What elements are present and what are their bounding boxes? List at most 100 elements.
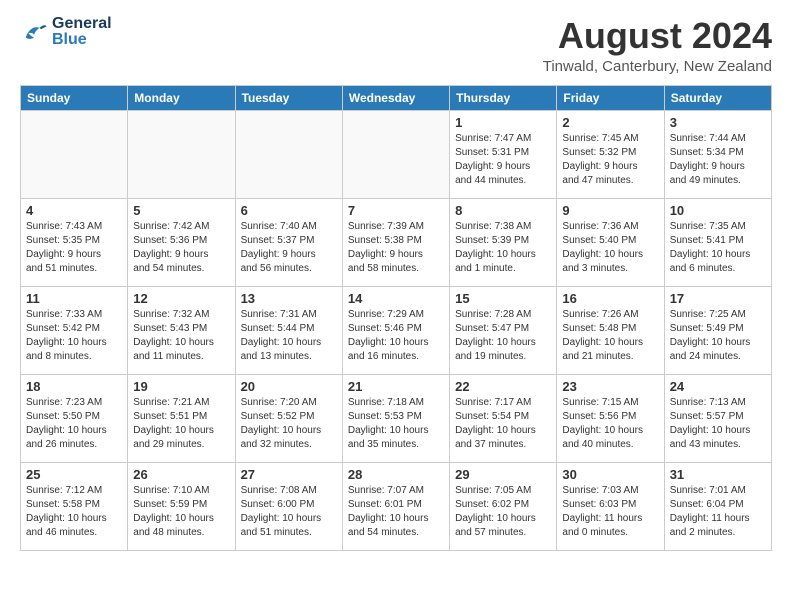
day-info: Sunrise: 7:28 AM Sunset: 5:47 PM Dayligh… [455, 308, 551, 364]
header-row: SundayMondayTuesdayWednesdayThursdayFrid… [21, 85, 772, 110]
day-number: 2 [562, 115, 658, 130]
day-info: Sunrise: 7:03 AM Sunset: 6:03 PM Dayligh… [562, 484, 658, 540]
month-year: August 2024 [543, 16, 772, 56]
day-number: 6 [241, 203, 337, 218]
day-number: 10 [670, 203, 766, 218]
day-info: Sunrise: 7:15 AM Sunset: 5:56 PM Dayligh… [562, 396, 658, 452]
calendar-cell: 30 Sunrise: 7:03 AM Sunset: 6:03 PM Dayli… [557, 462, 664, 550]
calendar-cell: 14 Sunrise: 7:29 AM Sunset: 5:46 PM Dayli… [342, 286, 449, 374]
day-number: 9 [562, 203, 658, 218]
day-header-friday: Friday [557, 85, 664, 110]
day-info: Sunrise: 7:31 AM Sunset: 5:44 PM Dayligh… [241, 308, 337, 364]
calendar-cell: 31 Sunrise: 7:01 AM Sunset: 6:04 PM Dayli… [664, 462, 771, 550]
day-number: 20 [241, 379, 337, 394]
day-number: 17 [670, 291, 766, 306]
calendar-cell: 26 Sunrise: 7:10 AM Sunset: 5:59 PM Dayli… [128, 462, 235, 550]
calendar-cell: 3 Sunrise: 7:44 AM Sunset: 5:34 PM Daylig… [664, 110, 771, 198]
day-header-sunday: Sunday [21, 85, 128, 110]
day-info: Sunrise: 7:39 AM Sunset: 5:38 PM Dayligh… [348, 220, 444, 276]
day-info: Sunrise: 7:07 AM Sunset: 6:01 PM Dayligh… [348, 484, 444, 540]
day-number: 31 [670, 467, 766, 482]
day-number: 3 [670, 115, 766, 130]
calendar-cell [342, 110, 449, 198]
day-info: Sunrise: 7:13 AM Sunset: 5:57 PM Dayligh… [670, 396, 766, 452]
day-info: Sunrise: 7:42 AM Sunset: 5:36 PM Dayligh… [133, 220, 229, 276]
calendar-cell: 9 Sunrise: 7:36 AM Sunset: 5:40 PM Daylig… [557, 198, 664, 286]
calendar-cell: 19 Sunrise: 7:21 AM Sunset: 5:51 PM Dayli… [128, 374, 235, 462]
day-number: 8 [455, 203, 551, 218]
calendar-cell: 16 Sunrise: 7:26 AM Sunset: 5:48 PM Dayli… [557, 286, 664, 374]
calendar-cell: 13 Sunrise: 7:31 AM Sunset: 5:44 PM Dayli… [235, 286, 342, 374]
logo-general: General [52, 16, 112, 32]
calendar-cell: 25Sunrise: 7:12 AM Sunset: 5:58 PM Dayli… [21, 462, 128, 550]
location: Tinwald, Canterbury, New Zealand [543, 58, 772, 75]
day-info: Sunrise: 7:10 AM Sunset: 5:59 PM Dayligh… [133, 484, 229, 540]
day-number: 23 [562, 379, 658, 394]
day-info: Sunrise: 7:29 AM Sunset: 5:46 PM Dayligh… [348, 308, 444, 364]
day-number: 16 [562, 291, 658, 306]
day-number: 13 [241, 291, 337, 306]
day-info: Sunrise: 7:05 AM Sunset: 6:02 PM Dayligh… [455, 484, 551, 540]
logo: General Blue [20, 16, 112, 48]
calendar-cell: 6Sunrise: 7:40 AM Sunset: 5:37 PM Daylig… [235, 198, 342, 286]
page-header: General Blue August 2024 Tinwald, Canter… [20, 16, 772, 75]
calendar-cell: 17 Sunrise: 7:25 AM Sunset: 5:49 PM Dayli… [664, 286, 771, 374]
day-info: Sunrise: 7:26 AM Sunset: 5:48 PM Dayligh… [562, 308, 658, 364]
day-header-thursday: Thursday [450, 85, 557, 110]
calendar-cell: 27 Sunrise: 7:08 AM Sunset: 6:00 PM Dayli… [235, 462, 342, 550]
day-number: 4 [26, 203, 122, 218]
day-info: Sunrise: 7:01 AM Sunset: 6:04 PM Dayligh… [670, 484, 766, 540]
calendar-cell: 4 Sunrise: 7:43 AM Sunset: 5:35 PM Daylig… [21, 198, 128, 286]
calendar-cell: 23 Sunrise: 7:15 AM Sunset: 5:56 PM Dayli… [557, 374, 664, 462]
day-number: 18 [26, 379, 122, 394]
day-header-monday: Monday [128, 85, 235, 110]
calendar-table: SundayMondayTuesdayWednesdayThursdayFrid… [20, 85, 772, 551]
day-info: Sunrise: 7:23 AM Sunset: 5:50 PM Dayligh… [26, 396, 122, 452]
day-info: Sunrise: 7:21 AM Sunset: 5:51 PM Dayligh… [133, 396, 229, 452]
logo-text: General Blue [52, 16, 112, 48]
calendar-cell: 24 Sunrise: 7:13 AM Sunset: 5:57 PM Dayli… [664, 374, 771, 462]
day-info: Sunrise: 7:12 AM Sunset: 5:58 PM Dayligh… [26, 484, 122, 540]
day-info: Sunrise: 7:18 AM Sunset: 5:53 PM Dayligh… [348, 396, 444, 452]
calendar-week-1: 1 Sunrise: 7:47 AM Sunset: 5:31 PM Daylig… [21, 110, 772, 198]
day-info: Sunrise: 7:44 AM Sunset: 5:34 PM Dayligh… [670, 132, 766, 188]
calendar-cell: 20 Sunrise: 7:20 AM Sunset: 5:52 PM Dayli… [235, 374, 342, 462]
day-info: Sunrise: 7:33 AM Sunset: 5:42 PM Dayligh… [26, 308, 122, 364]
day-number: 30 [562, 467, 658, 482]
calendar-cell: 15 Sunrise: 7:28 AM Sunset: 5:47 PM Dayli… [450, 286, 557, 374]
calendar-cell: 28 Sunrise: 7:07 AM Sunset: 6:01 PM Dayli… [342, 462, 449, 550]
day-info: Sunrise: 7:35 AM Sunset: 5:41 PM Dayligh… [670, 220, 766, 276]
day-info: Sunrise: 7:43 AM Sunset: 5:35 PM Dayligh… [26, 220, 122, 276]
day-number: 1 [455, 115, 551, 130]
calendar-cell: 29 Sunrise: 7:05 AM Sunset: 6:02 PM Dayli… [450, 462, 557, 550]
day-info: Sunrise: 7:20 AM Sunset: 5:52 PM Dayligh… [241, 396, 337, 452]
day-info: Sunrise: 7:08 AM Sunset: 6:00 PM Dayligh… [241, 484, 337, 540]
calendar-cell: 22Sunrise: 7:17 AM Sunset: 5:54 PM Dayli… [450, 374, 557, 462]
calendar-cell: 5Sunrise: 7:42 AM Sunset: 5:36 PM Daylig… [128, 198, 235, 286]
calendar-cell: 8 Sunrise: 7:38 AM Sunset: 5:39 PM Daylig… [450, 198, 557, 286]
calendar-week-5: 25Sunrise: 7:12 AM Sunset: 5:58 PM Dayli… [21, 462, 772, 550]
day-number: 26 [133, 467, 229, 482]
day-info: Sunrise: 7:25 AM Sunset: 5:49 PM Dayligh… [670, 308, 766, 364]
calendar-week-2: 4 Sunrise: 7:43 AM Sunset: 5:35 PM Daylig… [21, 198, 772, 286]
calendar-week-4: 18 Sunrise: 7:23 AM Sunset: 5:50 PM Dayli… [21, 374, 772, 462]
day-info: Sunrise: 7:36 AM Sunset: 5:40 PM Dayligh… [562, 220, 658, 276]
day-number: 24 [670, 379, 766, 394]
day-number: 27 [241, 467, 337, 482]
calendar-body: 1 Sunrise: 7:47 AM Sunset: 5:31 PM Daylig… [21, 110, 772, 550]
day-header-tuesday: Tuesday [235, 85, 342, 110]
day-info: Sunrise: 7:32 AM Sunset: 5:43 PM Dayligh… [133, 308, 229, 364]
day-info: Sunrise: 7:38 AM Sunset: 5:39 PM Dayligh… [455, 220, 551, 276]
day-number: 14 [348, 291, 444, 306]
day-number: 29 [455, 467, 551, 482]
day-number: 12 [133, 291, 229, 306]
day-number: 19 [133, 379, 229, 394]
logo-blue: Blue [52, 32, 112, 48]
calendar-header: SundayMondayTuesdayWednesdayThursdayFrid… [21, 85, 772, 110]
calendar-cell: 12 Sunrise: 7:32 AM Sunset: 5:43 PM Dayli… [128, 286, 235, 374]
day-number: 15 [455, 291, 551, 306]
calendar-cell: 18 Sunrise: 7:23 AM Sunset: 5:50 PM Dayli… [21, 374, 128, 462]
day-info: Sunrise: 7:47 AM Sunset: 5:31 PM Dayligh… [455, 132, 551, 188]
day-header-saturday: Saturday [664, 85, 771, 110]
day-number: 28 [348, 467, 444, 482]
